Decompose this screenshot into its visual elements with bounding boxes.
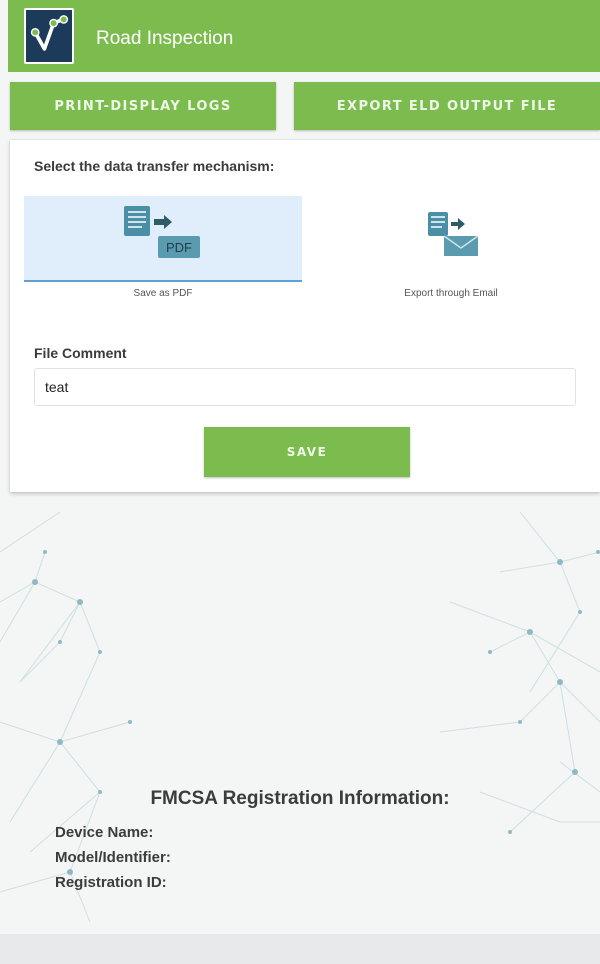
- network-background: [0, 511, 600, 923]
- save-as-pdf-label: Save as PDF: [133, 288, 193, 299]
- app-title: Road Inspection: [96, 28, 234, 49]
- file-comment-input[interactable]: [34, 368, 576, 406]
- export-email-label: Export through Email: [404, 288, 498, 299]
- export-panel: Select the data transfer mechanism: PDF …: [10, 140, 600, 492]
- pdf-icon-text: PDF: [166, 240, 192, 255]
- device-name-label: Device Name:: [55, 824, 154, 841]
- registration-title: FMCSA Registration Information:: [150, 788, 450, 809]
- bottom-strip: [0, 934, 600, 964]
- save-button[interactable]: SAVE: [204, 427, 410, 477]
- save-as-pdf-option[interactable]: PDF: [24, 196, 302, 282]
- registration-id-label: Registration ID:: [55, 874, 167, 891]
- transfer-mechanism-heading: Select the data transfer mechanism:: [34, 158, 275, 174]
- export-eld-output-file-button[interactable]: EXPORT ELD OUTPUT FILE: [294, 82, 600, 130]
- print-display-logs-button[interactable]: PRINT-DISPLAY LOGS: [10, 82, 276, 130]
- file-comment-label: File Comment: [34, 345, 127, 361]
- eld-to-email-icon: [428, 212, 479, 256]
- vehicle-tracking-logo: [24, 8, 74, 64]
- eld-to-pdf-icon: PDF: [124, 206, 200, 258]
- export-email-option[interactable]: [312, 196, 590, 282]
- model-identifier-label: Model/Identifier:: [55, 849, 171, 866]
